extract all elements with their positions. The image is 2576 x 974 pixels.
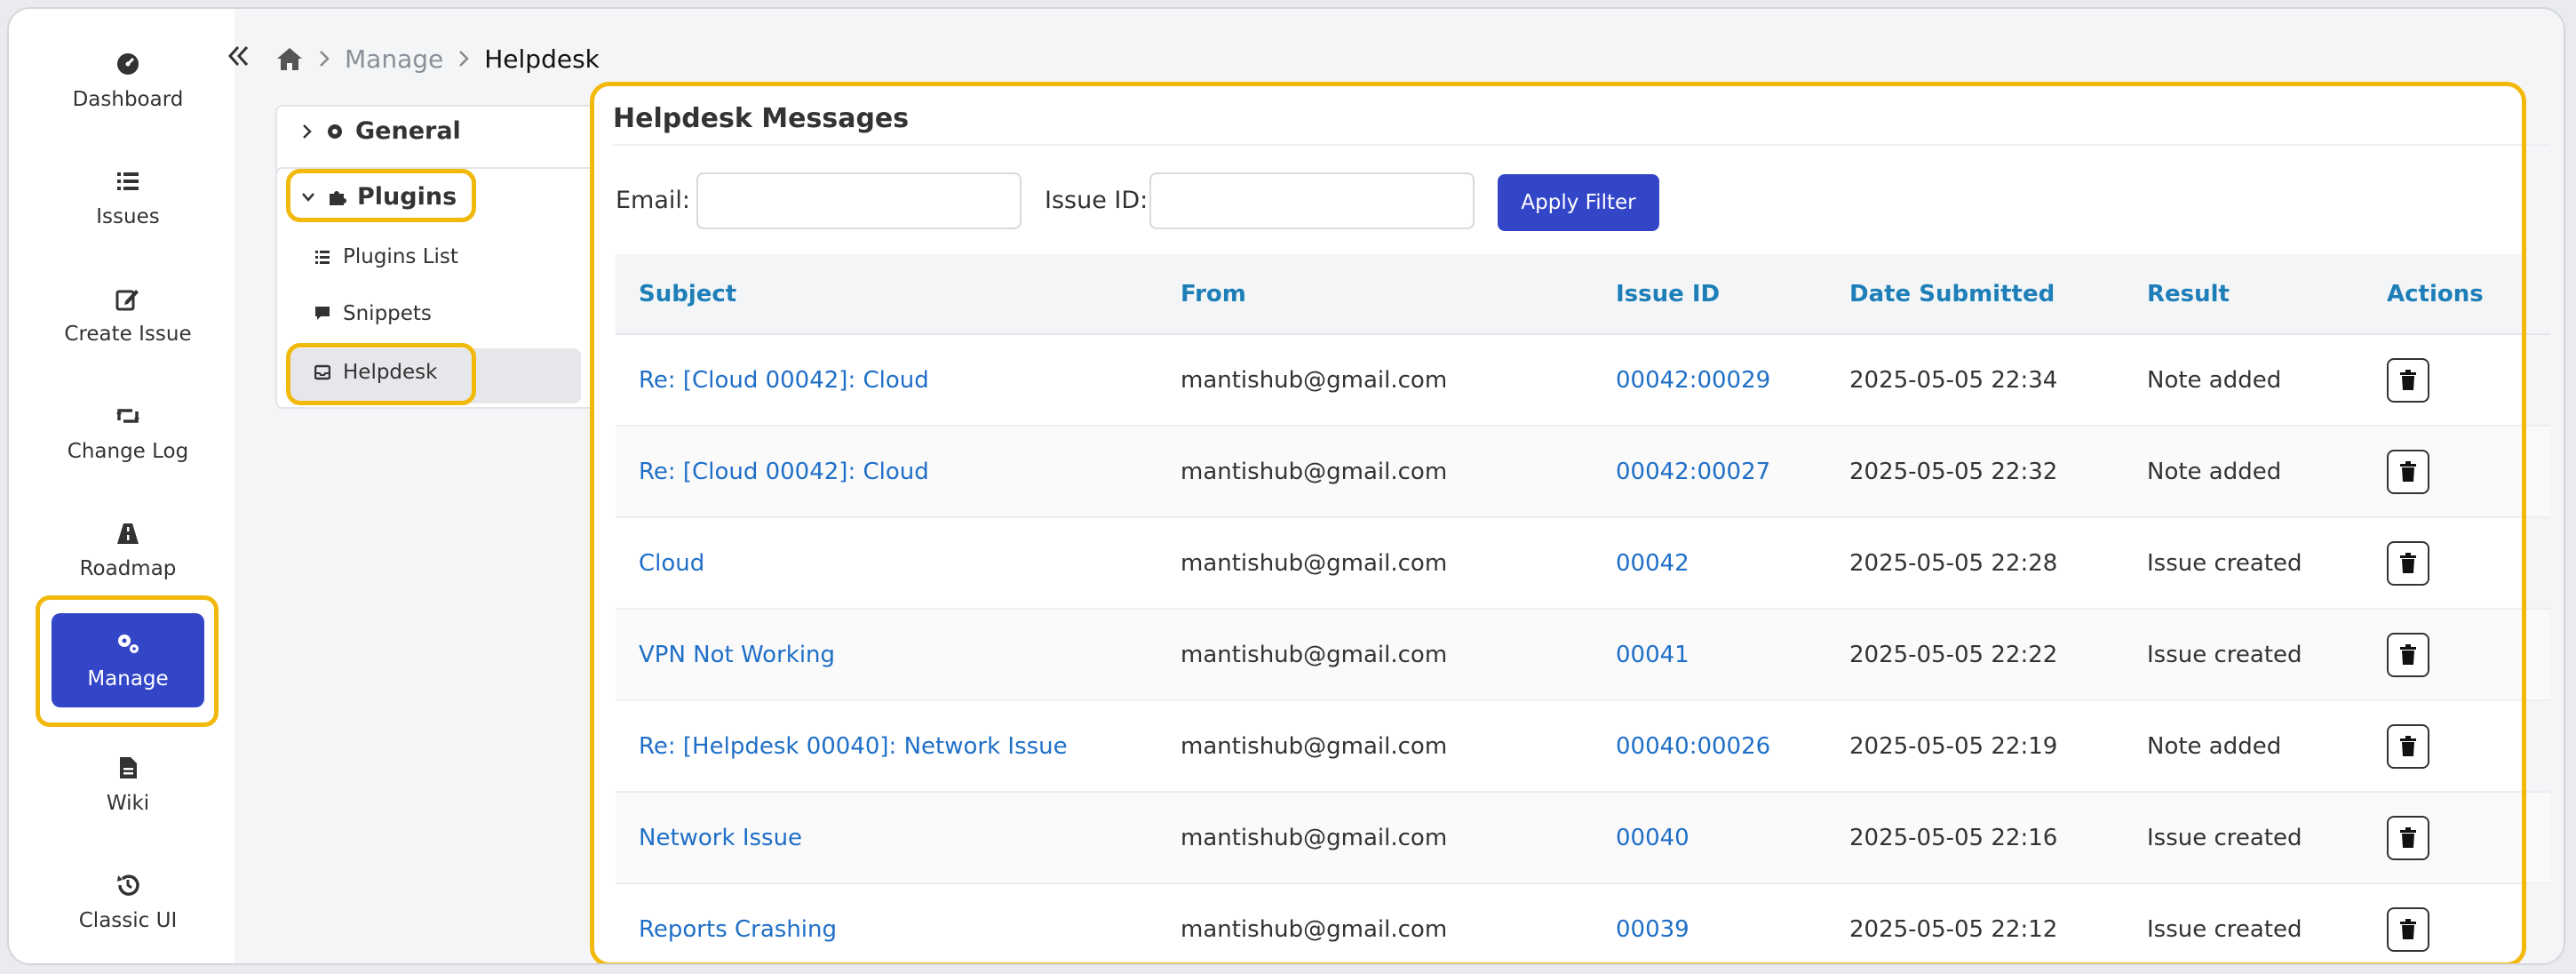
cog-icon <box>328 124 342 139</box>
list-icon <box>315 251 330 264</box>
road-icon <box>117 523 139 544</box>
home-icon[interactable] <box>275 45 304 72</box>
app-window: Dashboard Issues Create Issue Change Log… <box>7 7 2565 965</box>
panel-highlight <box>590 82 2526 963</box>
edit-icon <box>115 290 139 311</box>
menu-snippets-label: Snippets <box>343 302 432 325</box>
sidebar-item-label: Wiki <box>106 792 150 815</box>
breadcrumb-current: Helpdesk <box>484 44 600 74</box>
collapse-sidebar-icon[interactable] <box>220 41 256 71</box>
sidebar-item-label: Create Issue <box>64 323 192 346</box>
sidebar-item-label: Classic UI <box>78 909 178 932</box>
sidebar-item-classic-ui[interactable]: Classic UI <box>52 855 204 949</box>
comment-icon <box>315 307 330 320</box>
menu-plugins-list-label: Plugins List <box>343 245 458 268</box>
file-icon <box>120 757 137 778</box>
sidebar-item-label: Change Log <box>67 440 189 463</box>
menu-plugins-list[interactable]: Plugins List <box>314 245 458 268</box>
sidebar-item-dashboard[interactable]: Dashboard <box>52 34 204 128</box>
helpdesk-highlight <box>286 343 476 405</box>
menu-snippets[interactable]: Snippets <box>314 302 432 325</box>
sidebar-item-label: Dashboard <box>72 88 184 111</box>
retweet-icon <box>116 409 139 423</box>
sidebar-item-wiki[interactable]: Wiki <box>52 738 204 832</box>
chevron-right-icon <box>459 51 470 67</box>
dashboard-icon <box>117 53 139 75</box>
plugins-highlight <box>286 169 476 222</box>
breadcrumb-manage[interactable]: Manage <box>345 44 443 74</box>
chevron-right-icon <box>320 51 330 67</box>
breadcrumb: Manage Helpdesk <box>275 41 600 76</box>
menu-general-label: General <box>355 117 461 145</box>
sidebar-item-label: Issues <box>96 205 160 228</box>
sidebar-item-issues[interactable]: Issues <box>52 151 204 245</box>
manage-highlight <box>36 595 219 727</box>
history-icon <box>117 874 139 896</box>
list-icon <box>117 172 139 190</box>
sidebar: Dashboard Issues Create Issue Change Log… <box>9 9 235 963</box>
chevron-right-icon <box>303 124 312 139</box>
sidebar-item-label: Roadmap <box>79 557 177 580</box>
sidebar-item-change-log[interactable]: Change Log <box>52 386 204 480</box>
sidebar-item-create-issue[interactable]: Create Issue <box>52 268 204 363</box>
sidebar-item-roadmap[interactable]: Roadmap <box>52 503 204 597</box>
menu-general[interactable]: General <box>300 117 461 145</box>
